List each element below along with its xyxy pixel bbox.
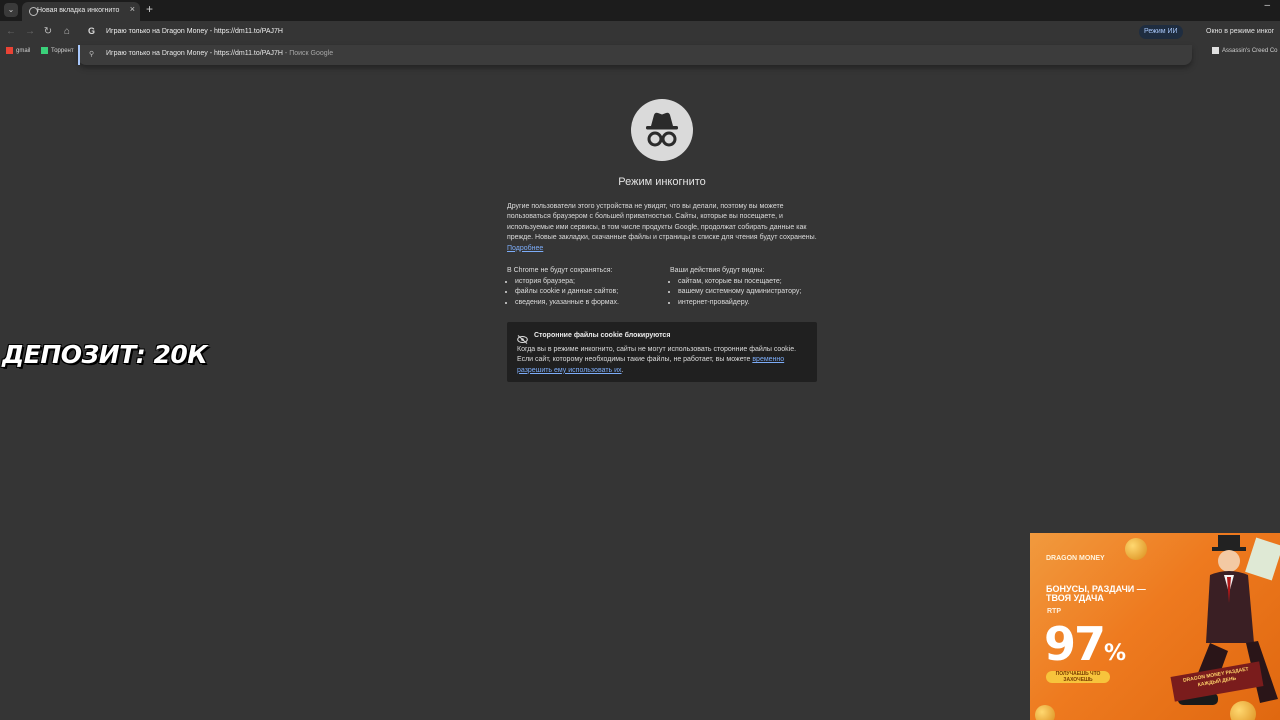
omnibox-dropdown: ⚲ Играю только на Dragon Money - https:/… [78,45,1192,65]
incognito-icon [631,99,693,161]
list-item: сведения, указанные в формах. [515,298,619,308]
suggestion-item[interactable]: Играю только на Dragon Money - https://d… [106,50,333,57]
incognito-chip-label: Окно в режиме инког [1206,28,1275,35]
bookmark-site-icon [1212,47,1219,54]
selection-accent [78,45,80,65]
ai-mode-label: Режим ИИ [1144,28,1178,35]
toolbar: ← → ↻ ⌂ G Играю только на Dragon Money -… [0,21,1280,45]
back-icon[interactable]: ← [4,25,18,39]
learn-more-link[interactable]: Подробнее [507,245,543,252]
bookmark-assassins-creed[interactable]: Assassin's Creed Co [1212,47,1280,54]
address-bar-input[interactable]: Играю только на Dragon Money - https://d… [106,28,283,35]
rtp-number: 97 [1044,617,1106,671]
promo-rtp-label: RTP [1047,608,1061,615]
coin-icon [1035,705,1055,720]
cookie-body: Когда вы в режиме инкогнито, сайты не мо… [517,346,797,374]
promo-headline: БОНУСЫ, РАЗДАЧИ — ТВОЯ УДАЧА [1046,584,1146,603]
cookie-title: Сторонние файлы cookie блокируются [534,332,671,339]
suggestion-text: Играю только на Dragon Money - https://d… [106,50,283,57]
bookmark-torrent[interactable]: Торрент [41,47,74,54]
coin-icon [1125,538,1147,560]
page-title: Режим инкогнито [618,176,706,188]
new-tab-icon[interactable]: + [146,2,153,16]
gmail-icon [6,47,13,54]
reload-icon[interactable]: ↻ [41,25,55,39]
close-tab-icon[interactable]: × [130,4,135,14]
minimize-icon[interactable]: – [1264,0,1270,11]
list-item: сайтам, которые вы посещаете; [678,277,801,287]
list-item: файлы cookie и данные сайтов; [515,287,619,297]
ai-mode-button[interactable]: Режим ИИ [1139,25,1183,39]
promo-brand: DRAGON MONEY [1046,555,1105,562]
incognito-description: Другие пользователи этого устройства не … [507,202,819,254]
not-saved-section: В Chrome не будут сохраняться: история б… [507,267,619,308]
not-saved-heading: В Chrome не будут сохраняться: [507,267,613,274]
promo-pill: ПОЛУЧАЕШЬ ЧТО ЗАХОЧЕШЬ [1046,671,1110,683]
cookie-notice: Сторонние файлы cookie блокируются Когда… [507,322,817,382]
intro-text: Другие пользователи этого устройства не … [507,203,817,242]
tab-strip: ⌄ Новая вкладка инкогнито × + – [0,0,1280,21]
visible-section: Ваши действия будут видны: сайтам, котор… [670,267,801,308]
forward-icon[interactable]: → [23,25,37,39]
bookmark-gmail-label: gmail [16,48,31,55]
torrent-icon [41,47,48,54]
tab-incognito[interactable]: Новая вкладка инкогнито × [22,2,140,21]
search-icon: ⚲ [89,51,95,58]
rtp-unit: % [1104,641,1126,666]
tab-title: Новая вкладка инкогнито [37,7,120,14]
bookmark-torrent-label: Торрент [51,48,74,55]
home-icon[interactable]: ⌂ [60,25,74,39]
bookmark-gmail[interactable]: gmail [6,47,30,54]
list-item: история браузера; [515,277,619,287]
bookmark-assassins-label: Assassin's Creed Co [1222,48,1278,55]
promo-banner: DRAGON MONEY БОНУСЫ, РАЗДАЧИ — ТВОЯ УДАЧ… [1030,533,1280,720]
suggestion-suffix: - Поиск Google [282,50,334,57]
deposit-overlay: ДЕПОЗИТ: 20К [2,340,208,369]
google-icon: G [88,26,96,36]
list-item: интернет-провайдеру. [678,298,801,308]
incognito-window-chip[interactable]: Окно в режиме инког [1200,25,1280,39]
list-item: вашему системному администратору; [678,287,801,297]
promo-rtp-value: 97% [1044,617,1126,671]
tab-search-icon[interactable]: ⌄ [4,3,18,17]
visible-heading: Ваши действия будут видны: [670,267,765,274]
